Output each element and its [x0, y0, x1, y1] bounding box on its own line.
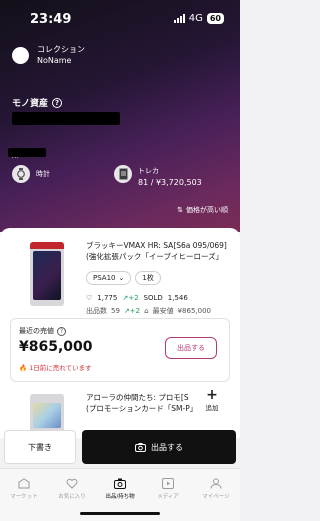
item-stats-2: 出品数 59 ↗+2 ⌂ 最安値 ¥865,000 — [86, 306, 211, 316]
watch-icon — [12, 165, 30, 183]
heart-icon — [66, 478, 78, 489]
info-icon[interactable]: ? — [52, 97, 63, 108]
info-icon[interactable]: ? — [57, 326, 66, 336]
redacted-ownership — [8, 148, 46, 157]
person-icon — [210, 478, 222, 489]
signal-icon — [173, 14, 185, 23]
sort-icon: ⇅ — [177, 206, 183, 214]
likes-count: 1,775 — [97, 294, 118, 302]
status-bar: 23:49 4G 60 — [0, 12, 240, 28]
camera-icon — [135, 442, 146, 452]
grade-label-strip — [30, 242, 64, 249]
likes-delta-value: +2 — [128, 294, 139, 302]
profile[interactable]: コレクション NoName — [12, 44, 85, 66]
sort-label: 価格が高い順 — [186, 206, 228, 214]
item-title: ブラッキーVMAX HR: SA[S6a 095/069] (強化拡張パック「イ… — [86, 240, 232, 262]
action-bar: 下書き 出品する — [0, 430, 240, 468]
market-icon — [18, 478, 30, 489]
collection-list: ブラッキーVMAX HR: SA[S6a 095/069] (強化拡張パック「イ… — [0, 228, 240, 438]
grade-value: PSA10 — [93, 274, 116, 282]
draft-button[interactable]: 下書き — [4, 430, 76, 464]
avatar — [12, 46, 29, 64]
status-indicators: 4G 60 — [173, 13, 224, 24]
card-artwork — [33, 251, 61, 300]
card-artwork — [33, 403, 61, 428]
tab-mypage-label: マイページ — [202, 494, 230, 500]
listed-delta-value: +2 — [129, 307, 141, 315]
tab-listings-label: 出品/持ち物 — [105, 494, 135, 500]
item-title-line-2: (強化拡張パック「イーブイヒーローズ」 — [86, 252, 224, 261]
heart-icon: ♡ — [86, 294, 93, 302]
listed-delta: ↗+2 — [123, 307, 141, 315]
profile-title: コレクション — [37, 45, 85, 54]
tab-favorites-label: お気に入り — [58, 494, 86, 500]
category-card-label: トレカ — [138, 167, 159, 175]
likes-delta: ↗+2 — [122, 294, 139, 302]
quantity-value: 1枚 — [142, 274, 154, 282]
status-time: 23:49 — [30, 12, 72, 27]
category-card[interactable]: トレカ 81 / ¥3,720,503 — [114, 165, 202, 189]
list-button-label: 出品する — [151, 442, 183, 452]
min-price-label: 最安値 — [152, 307, 174, 315]
home-indicator — [80, 512, 160, 515]
plus-icon: + — [206, 387, 218, 403]
tab-market-label: マーケット — [10, 494, 38, 500]
sell-button[interactable]: 出品する — [165, 337, 217, 359]
grade-select[interactable]: PSA10 ⌄ — [86, 271, 132, 285]
category-watch[interactable]: 時計 — [12, 165, 50, 183]
item-stats: ♡ 1,775 ↗+2 SOLD 1,546 — [86, 294, 188, 302]
fire-icon: 🔥 — [19, 364, 28, 372]
card-thumbnail — [30, 242, 64, 306]
profile-name: NoName — [37, 56, 72, 65]
recent-sale-note-text: 1日前に売れています — [29, 364, 92, 372]
battery-icon: 60 — [206, 13, 224, 24]
add-button[interactable]: + 追加 — [200, 388, 224, 428]
network-label: 4G — [188, 13, 203, 24]
recent-sale-box: 最近の売値 ? ¥865,000 🔥 1日前に売れています 出品する — [10, 318, 230, 382]
card-icon — [114, 165, 132, 183]
tab-media-label: メディア — [157, 494, 179, 500]
list-item-button[interactable]: 出品する — [82, 430, 236, 464]
sold-label: SOLD — [143, 294, 163, 302]
tab-mypage[interactable]: マイページ — [192, 469, 240, 521]
category-watch-label: 時計 — [36, 170, 50, 178]
collection-header: 23:49 4G 60 コレクション NoName モノ資産 ? 所 時計 — [0, 0, 240, 232]
recent-sale-label: 最近の売値 ? — [19, 326, 66, 336]
camera-icon — [114, 478, 126, 489]
add-button-label: 追加 — [205, 404, 219, 412]
assets-label: モノ資産 ? — [12, 96, 63, 109]
tab-market[interactable]: マーケット — [0, 469, 48, 521]
min-price: ¥865,000 — [177, 307, 211, 315]
media-icon — [162, 478, 174, 489]
redacted-asset-value — [12, 112, 120, 125]
sort-button[interactable]: ⇅ 価格が高い順 — [177, 205, 228, 215]
card-thumbnail — [30, 394, 64, 434]
item-title-line-1: ブラッキーVMAX HR: SA[S6a 095/069] — [86, 241, 227, 250]
tag-icon: ⌂ — [144, 307, 149, 315]
chevron-down-icon: ⌄ — [118, 274, 125, 282]
recent-sale-price: ¥865,000 — [19, 339, 93, 355]
listed-label: 出品数 — [86, 307, 107, 315]
quantity-chip[interactable]: 1枚 — [135, 271, 161, 285]
item-chips: PSA10 ⌄ 1枚 — [86, 271, 161, 285]
recent-sale-note: 🔥 1日前に売れています — [19, 362, 92, 372]
category-card-value: 81 / ¥3,720,503 — [138, 178, 202, 187]
assets-label-text: モノ資産 — [12, 99, 49, 109]
listed-count: 59 — [111, 307, 120, 315]
sold-count: 1,546 — [167, 294, 188, 302]
recent-sale-label-text: 最近の売値 — [19, 327, 54, 335]
